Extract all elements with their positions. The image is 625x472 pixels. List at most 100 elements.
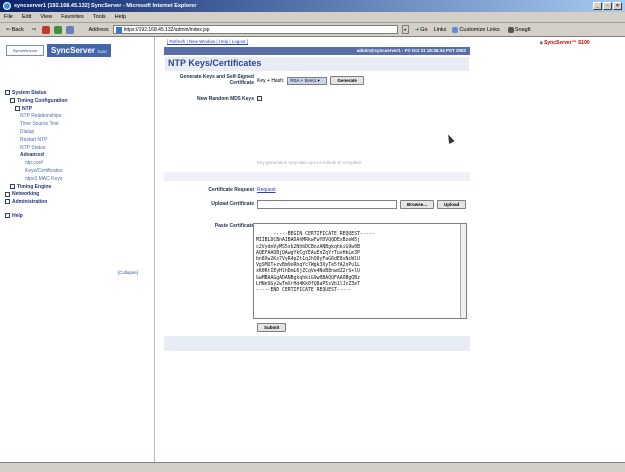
nav-node-icon [15, 105, 20, 111]
close-button[interactable]: × [613, 2, 622, 10]
submit-button[interactable]: Submit [257, 323, 287, 332]
footer-bar [164, 336, 470, 351]
nav-item[interactable]: Timing Configuration [5, 98, 67, 106]
nav-item[interactable]: Help [5, 213, 67, 221]
stop-icon[interactable] [42, 25, 51, 34]
upload-controls: Browse... Upload [257, 200, 467, 209]
brand-label: 🔒︎ SyncServer™ S100 [540, 40, 590, 46]
nav-item[interactable]: System Status [5, 90, 67, 98]
upload-file-input[interactable] [257, 200, 397, 209]
nav-item[interactable]: Restart NTP [5, 137, 67, 145]
address-input[interactable]: https://192.168.45.132/admin/index.jsp [112, 25, 398, 34]
snagit-icon [507, 26, 514, 33]
upload-button[interactable]: Upload [437, 200, 467, 209]
nav-item-label: Timing Engine [17, 183, 52, 190]
go-button[interactable]: ➜ Go [413, 27, 430, 33]
nav-item-label: Timing Configuration [17, 97, 68, 104]
product-logo: SyncServer S100 [47, 44, 111, 57]
links-label[interactable]: Links [434, 27, 447, 33]
nav-item[interactable]: ntpv3 MAC Keys [5, 176, 67, 184]
forward-button[interactable]: ⇨ [30, 27, 39, 33]
nav-item[interactable]: Keys/Certificates [5, 168, 67, 176]
nav-node-icon [5, 191, 10, 197]
browse-button[interactable]: Browse... [400, 200, 435, 209]
menu-view[interactable]: View [40, 14, 52, 20]
cert-request-label: Certificate Request [208, 187, 254, 193]
generate-button[interactable]: Generate [330, 76, 364, 85]
address-dropdown-icon[interactable]: ▾ [401, 25, 409, 34]
customize-links-button[interactable]: Customize Links [450, 26, 501, 33]
generate-row: Generate Keys and Self-Signed Certificat… [164, 74, 470, 94]
nav-node-icon [10, 183, 15, 189]
left-nav: Symmetricom SyncServer S100 System Statu… [0, 37, 155, 462]
nav-tree: System Status Timing Configuration NTP NTP … [5, 90, 67, 221]
menu-favorites[interactable]: Favorites [61, 14, 84, 20]
nav-item-label: Help [12, 212, 23, 219]
snagit-label: SnagIt [514, 26, 531, 33]
menu-file[interactable]: File [4, 14, 13, 20]
nav-item[interactable]: Dialup [5, 129, 67, 137]
maximize-button[interactable]: ▫ [603, 2, 612, 10]
refresh-icon[interactable] [54, 25, 63, 34]
upload-row: Upload Certificate Browse... Upload [164, 200, 470, 212]
nav-node-icon [5, 213, 10, 219]
nav-item[interactable]: NTP Relationships [5, 113, 67, 121]
key-hash-value: RSA + SHA1 [290, 77, 317, 83]
back-button[interactable]: ⇦ Back [4, 27, 26, 33]
nav-item-label: Networking [12, 191, 40, 198]
paste-certificate-text: -----BEGIN CERTIFICATE REQUEST----- MIIB… [256, 232, 375, 294]
cert-request-link-wrap: Request [257, 187, 276, 193]
section-separator [164, 172, 470, 181]
new-md5-label: New Random MD5 Keys [197, 96, 254, 102]
page-title: NTP Keys/Certificates [165, 57, 469, 71]
menubar: File Edit View Favorites Tools Help [0, 12, 625, 23]
nav-item-label: Administration [12, 199, 48, 206]
nav-item-label: Dialup [20, 128, 35, 135]
menu-help[interactable]: Help [115, 14, 126, 20]
chevron-down-icon: ▾ [317, 77, 320, 83]
nav-node-icon [5, 90, 10, 96]
cert-request-link[interactable]: Request [257, 187, 276, 193]
brand-text: SyncServer™ S100 [544, 40, 590, 46]
cert-request-row: Certificate Request Request [164, 187, 470, 197]
textarea-scrollbar[interactable] [460, 224, 466, 318]
window-titlebar: syncserver1 [192.168.45.132] SyncServer … [0, 0, 625, 12]
page-content: Symmetricom SyncServer S100 System Statu… [0, 37, 625, 462]
collapse-link[interactable]: [Collapse] [118, 270, 138, 275]
nav-item-label: Restart NTP [20, 136, 48, 143]
paste-certificate-textarea[interactable]: -----BEGIN CERTIFICATE REQUEST----- MIIB… [253, 223, 467, 319]
nav-item-label: ntpv3 MAC Keys [25, 175, 63, 182]
nav-item-label: NTP Status [20, 144, 46, 151]
ie-icon [3, 2, 11, 10]
go-label: Go [420, 26, 428, 33]
generation-note: Key generation may take up to a minute t… [257, 160, 363, 165]
home-icon[interactable] [66, 25, 75, 34]
nav-item-label: Advanced [20, 152, 44, 159]
mouse-cursor-icon [445, 133, 455, 144]
nav-item[interactable]: Networking [5, 191, 67, 199]
lock-icon: 🔒︎ [540, 40, 543, 46]
key-hash-select[interactable]: RSA + SHA1 ▾ [287, 76, 328, 85]
nav-item[interactable]: Timing Engine [5, 184, 67, 192]
back-label: Back [11, 26, 24, 33]
logo[interactable]: Symmetricom SyncServer S100 [6, 44, 111, 57]
address-label: Address [88, 26, 109, 33]
minimize-button[interactable]: _ [593, 2, 602, 10]
new-md5-checkbox[interactable] [257, 96, 262, 101]
customize-links-label: Customize Links [459, 26, 500, 33]
top-links[interactable]: [ Refresh | New Window | Help | Logout ] [167, 39, 248, 44]
nav-item[interactable]: NTP [5, 106, 67, 114]
window-title: syncserver1 [192.168.45.132] SyncServer … [14, 3, 197, 9]
nav-item[interactable]: Advanced [5, 152, 67, 160]
user-bar: admin@syncserver1 - Fri Oct 31 18:36:34 … [164, 47, 470, 55]
nav-item[interactable]: Time Source Test [5, 121, 67, 129]
nav-item[interactable]: ntp.conf [5, 160, 67, 168]
status-bar [0, 462, 625, 472]
menu-edit[interactable]: Edit [22, 14, 31, 20]
nav-item[interactable]: NTP Status [5, 145, 67, 153]
md5-row: New Random MD5 Keys [164, 95, 470, 105]
nav-item[interactable]: Administration [5, 199, 67, 207]
menu-tools[interactable]: Tools [93, 14, 106, 20]
product-name: SyncServer [51, 46, 96, 55]
snagit-button[interactable]: SnagIt [506, 26, 533, 33]
